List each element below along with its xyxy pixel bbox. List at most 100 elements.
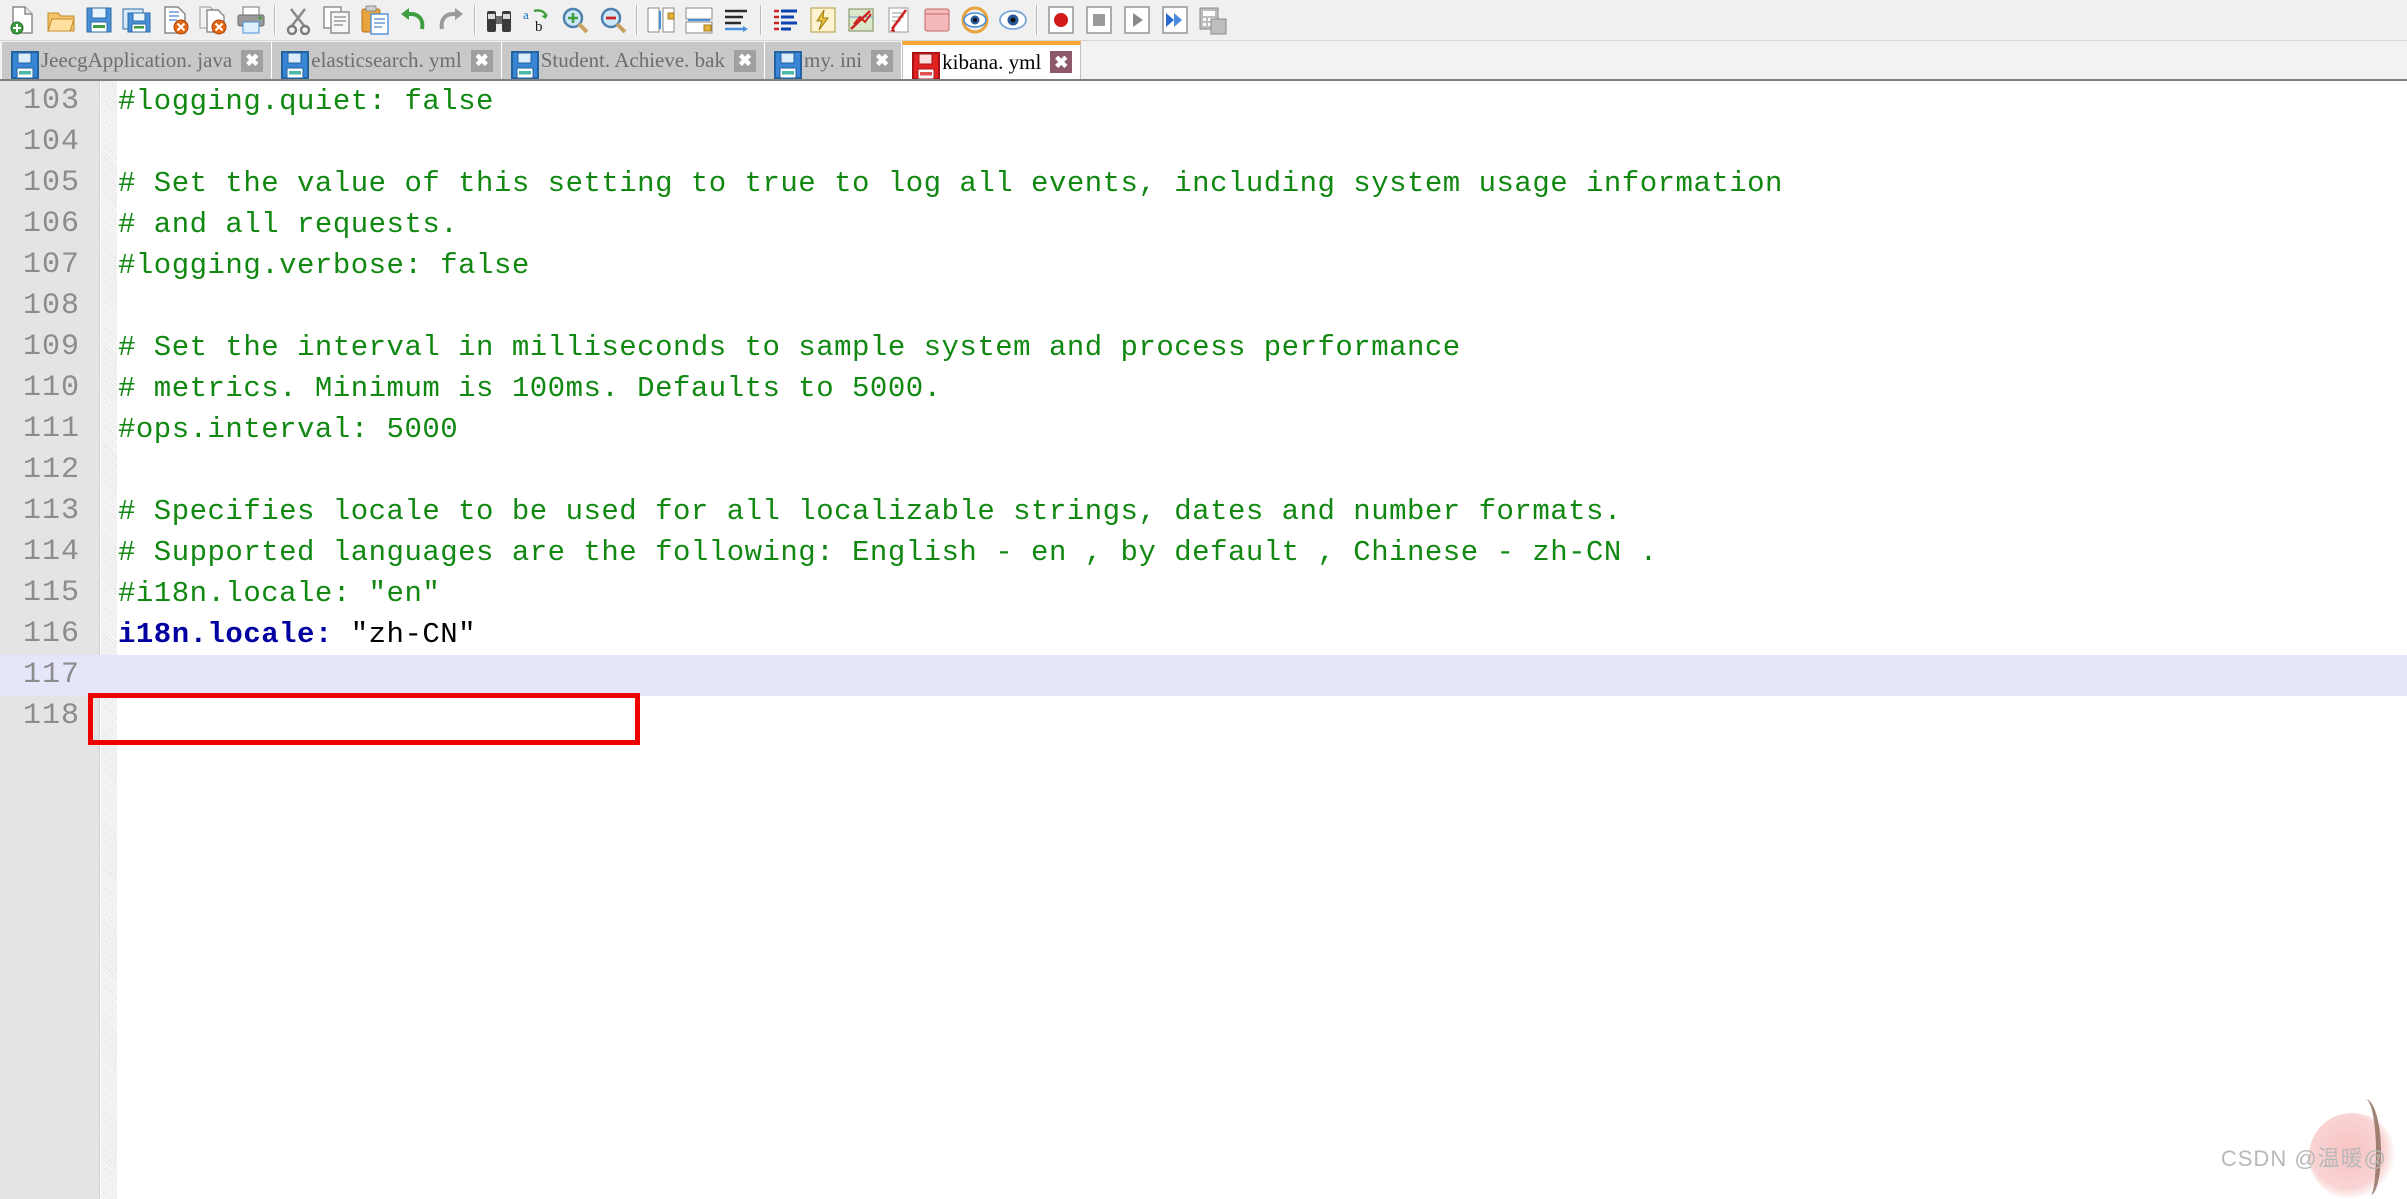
line-text[interactable]: #i18n.locale: "en" xyxy=(118,573,440,614)
show-all-characters-button[interactable] xyxy=(766,1,804,39)
show-indent-guide-button[interactable] xyxy=(804,1,842,39)
copy-button[interactable] xyxy=(318,1,356,39)
fast-forward-icon xyxy=(1160,5,1190,35)
code-line[interactable]: 111 #ops.interval: 5000 xyxy=(0,409,2407,450)
line-text[interactable]: # Specifies locale to be used for all lo… xyxy=(118,491,1622,532)
code-line[interactable]: 112 xyxy=(0,450,2407,491)
paste-button[interactable] xyxy=(356,1,394,39)
tab-label: elasticsearch. yml xyxy=(311,48,462,72)
line-text[interactable]: i18n.locale: "zh-CN" xyxy=(118,614,476,655)
code-line[interactable]: 105 # Set the value of this setting to tr… xyxy=(0,163,2407,204)
folder-as-workspace-button[interactable] xyxy=(956,1,994,39)
document-map-button[interactable] xyxy=(880,1,918,39)
line-text[interactable]: # Set the interval in milliseconds to sa… xyxy=(118,327,1461,368)
editor-area[interactable]: 103 #logging.quiet: false 104 105 # Set the … xyxy=(0,79,2407,1199)
line-number: 109 xyxy=(22,330,80,364)
code-line[interactable]: 109 # Set the interval in milliseconds to… xyxy=(0,327,2407,368)
zoom-in-button[interactable] xyxy=(556,1,594,39)
close-button[interactable] xyxy=(156,1,194,39)
line-number: 110 xyxy=(22,371,80,405)
code-line[interactable]: 108 xyxy=(0,286,2407,327)
code-token: #logging.verbose: false xyxy=(118,249,530,282)
save-macro-button[interactable] xyxy=(1194,1,1232,39)
line-text[interactable]: #logging.quiet: false xyxy=(118,81,494,122)
code-token: # Specifies locale to be used for all lo… xyxy=(118,495,1622,528)
code-token: #i18n.locale: "en" xyxy=(118,577,441,610)
document-tab-bar: JeecgApplication. java ✖ elasticsearch. ym… xyxy=(0,41,2407,80)
line-number: 117 xyxy=(22,658,80,692)
toolbar-separator xyxy=(760,5,762,35)
code-line[interactable]: 103 #logging.quiet: false xyxy=(0,81,2407,122)
word-wrap-button[interactable] xyxy=(718,1,756,39)
code-line[interactable]: 114 # Supported languages are the followi… xyxy=(0,532,2407,573)
code-line[interactable]: 113 # Specifies locale to be used for all… xyxy=(0,491,2407,532)
monitoring-button[interactable] xyxy=(994,1,1032,39)
close-icon[interactable]: ✖ xyxy=(241,49,264,72)
stop-macro-button[interactable] xyxy=(1080,1,1118,39)
code-line[interactable]: 118 xyxy=(0,696,2407,737)
code-line[interactable]: 115 #i18n.locale: "en" xyxy=(0,573,2407,614)
code-line[interactable]: 107 #logging.verbose: false xyxy=(0,245,2407,286)
code-token: # Set the interval in milliseconds to sa… xyxy=(118,331,1461,364)
line-text[interactable]: # and all requests. xyxy=(118,204,458,245)
code-token: # and all requests. xyxy=(118,208,459,241)
tab-elasticsearch-yml[interactable]: elasticsearch. yml ✖ xyxy=(272,42,502,79)
close-icon[interactable]: ✖ xyxy=(1050,51,1073,73)
redo-button[interactable] xyxy=(432,1,470,39)
code-line[interactable]: 110 # metrics. Minimum is 100ms. Defaults… xyxy=(0,368,2407,409)
magnifier-plus-icon xyxy=(560,5,590,35)
code-token: # Supported languages are the following:… xyxy=(118,536,1658,569)
close-icon[interactable]: ✖ xyxy=(871,49,894,72)
line-number: 104 xyxy=(22,125,80,159)
line-text[interactable]: #ops.interval: 5000 xyxy=(118,409,458,450)
tab-my-ini[interactable]: my. ini ✖ xyxy=(765,42,903,79)
new-file-button[interactable] xyxy=(4,1,42,39)
line-text[interactable]: # Set the value of this setting to true … xyxy=(118,163,1783,204)
line-text[interactable]: # Supported languages are the following:… xyxy=(118,532,1658,573)
undo-arrow-icon xyxy=(398,5,428,35)
find-button[interactable] xyxy=(480,1,518,39)
record-circle-icon xyxy=(1046,5,1076,35)
code-line[interactable]: 116 i18n.locale: "zh-CN" xyxy=(0,614,2407,655)
main-toolbar: ab xyxy=(0,0,2407,41)
code-line[interactable]: 104 xyxy=(0,122,2407,163)
line-number: 108 xyxy=(22,289,80,323)
replace-button[interactable]: ab xyxy=(518,1,556,39)
record-macro-button[interactable] xyxy=(1042,1,1080,39)
save-button[interactable] xyxy=(80,1,118,39)
code-content[interactable]: 103 #logging.quiet: false 104 105 # Set the … xyxy=(0,81,2407,1199)
toolbar-separator xyxy=(1036,5,1038,35)
close-all-button[interactable] xyxy=(194,1,232,39)
save-all-button[interactable] xyxy=(118,1,156,39)
svg-text:b: b xyxy=(535,19,543,35)
tab-kibana-yml[interactable]: kibana. yml ✖ xyxy=(902,41,1082,80)
cut-button[interactable] xyxy=(280,1,318,39)
tab-label: Student. Achieve. bak xyxy=(540,48,725,72)
code-line[interactable]: 106 # and all requests. xyxy=(0,204,2407,245)
sync-vertical-scroll-button[interactable] xyxy=(642,1,680,39)
zoom-out-button[interactable] xyxy=(594,1,632,39)
close-icon[interactable]: ✖ xyxy=(470,49,493,72)
close-icon[interactable]: ✖ xyxy=(734,49,756,72)
tab-student-achieve-bak[interactable]: Student. Achieve. bak ✖ xyxy=(501,42,765,79)
undo-button[interactable] xyxy=(394,1,432,39)
run-macro-multiple-button[interactable] xyxy=(1156,1,1194,39)
code-line[interactable]: 117 xyxy=(0,655,2407,696)
open-file-button[interactable] xyxy=(42,1,80,39)
tab-jeecgapplication-java[interactable]: JeecgApplication. java ✖ xyxy=(2,42,273,79)
line-text[interactable]: #logging.verbose: false xyxy=(118,245,530,286)
close-all-documents-icon xyxy=(198,5,228,35)
play-macro-button[interactable] xyxy=(1118,1,1156,39)
line-number: 113 xyxy=(22,494,80,528)
sync-horizontal-scroll-button[interactable] xyxy=(680,1,718,39)
line-number: 105 xyxy=(22,166,80,200)
function-list-button[interactable] xyxy=(918,1,956,39)
saved-floppy-icon xyxy=(510,50,539,79)
toolbar-separator xyxy=(636,5,638,35)
tab-label: my. ini xyxy=(804,48,863,72)
print-button[interactable] xyxy=(232,1,270,39)
line-text[interactable]: # metrics. Minimum is 100ms. Defaults to… xyxy=(118,368,942,409)
save-macro-icon xyxy=(1198,5,1228,35)
code-token: #logging.quiet: false xyxy=(118,85,494,118)
user-defined-dialog-button[interactable] xyxy=(842,1,880,39)
